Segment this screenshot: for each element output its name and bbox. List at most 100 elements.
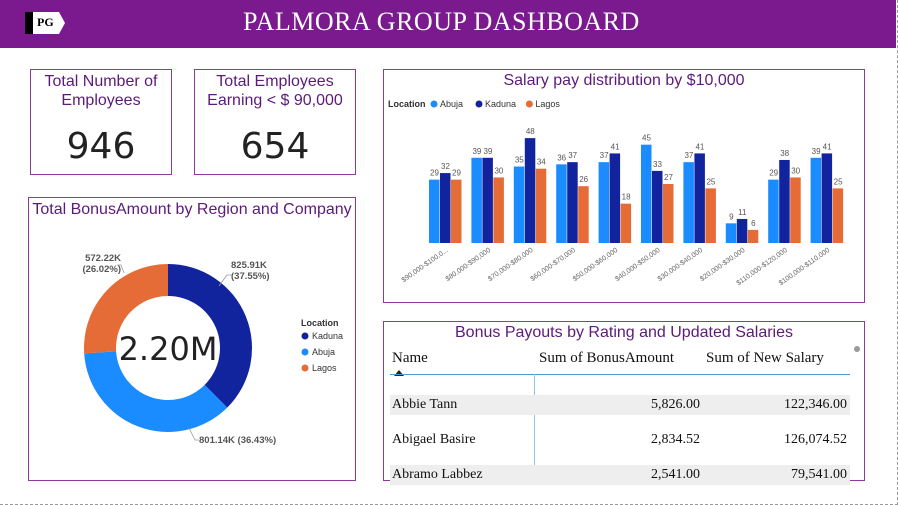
donut-label-lagos-pct: (26.02%) <box>82 264 121 275</box>
x-tick-label: $40,000-$50,000 <box>614 247 661 283</box>
bar-lagos[interactable] <box>832 188 844 243</box>
donut-legend-label-lagos[interactable]: Lagos <box>312 363 337 373</box>
x-tick-label: $50,000-$60,000 <box>572 247 619 283</box>
bar-legend-title: Location <box>388 99 426 109</box>
bar-lagos[interactable] <box>451 179 462 243</box>
bar-lagos[interactable] <box>663 184 674 243</box>
bar-data-label: 37 <box>684 151 693 160</box>
bar-abuja[interactable] <box>725 223 737 243</box>
legend-marker-lagos <box>525 100 533 108</box>
donut-chart-card[interactable]: Total BonusAmount by Region and Company … <box>28 197 356 481</box>
donut-label-lagos-value: 572.22K <box>85 253 121 264</box>
bar-lagos[interactable] <box>493 177 504 243</box>
bar-kaduna[interactable] <box>652 170 663 243</box>
bar-data-label: 39 <box>472 147 481 156</box>
donut-chart: 2.20M 825.91K(37.55%) 801.14K (36.43%) 572.… <box>82 253 343 446</box>
table-card[interactable]: Bonus Payouts by Rating and Updated Sala… <box>383 321 865 485</box>
bar-kaduna[interactable] <box>482 157 493 243</box>
bar-data-label: 48 <box>526 127 535 136</box>
bar-data-label: 26 <box>579 175 588 184</box>
bar-data-label: 6 <box>751 219 756 228</box>
bar-lagos[interactable] <box>578 186 589 243</box>
bar-chart-title: Salary pay distribution by $10,000 <box>503 72 745 89</box>
column-header-name[interactable]: Name <box>392 350 428 367</box>
donut-legend-title: Location <box>301 318 339 328</box>
bar-kaduna[interactable] <box>440 173 451 243</box>
cell-name: Abbie Tann <box>392 397 458 412</box>
kpi-value: 946 <box>66 126 136 167</box>
table-row[interactable]: Abigael Basire 2,834.52 126,074.52 <box>390 430 850 450</box>
legend-label-lagos[interactable]: Lagos <box>535 99 560 109</box>
donut-legend-label-kaduna[interactable]: Kaduna <box>312 331 343 341</box>
cell-bonus: 5,826.00 <box>651 397 700 412</box>
bar-lagos[interactable] <box>620 203 632 243</box>
donut-legend-marker-abuja <box>301 348 309 356</box>
cell-bonus: 2,834.52 <box>651 432 700 447</box>
legend-label-kaduna[interactable]: Kaduna <box>485 99 516 109</box>
bar-kaduna[interactable] <box>821 153 833 243</box>
bar-data-label: 41 <box>611 142 620 151</box>
cell-name: Abramo Labbez <box>392 467 483 482</box>
bar-kaduna[interactable] <box>524 138 536 243</box>
donut-legend-marker-lagos <box>301 364 309 372</box>
scrollbar[interactable] <box>854 346 860 352</box>
bar-data-label: 29 <box>452 169 461 178</box>
bar-kaduna[interactable] <box>736 218 748 243</box>
bar-chart-card[interactable]: Salary pay distribution by $10,000 Locat… <box>383 69 865 303</box>
bar-data-label: 37 <box>600 151 609 160</box>
bar-data-label: 11 <box>738 208 747 217</box>
donut-legend-marker-kaduna <box>301 332 309 340</box>
bar-abuja[interactable] <box>513 166 525 243</box>
bar-data-label: 30 <box>494 166 503 175</box>
bar-lagos[interactable] <box>790 177 801 243</box>
bar-data-label: 36 <box>557 153 566 162</box>
bar-abuja[interactable] <box>556 164 567 243</box>
bar-data-label: 29 <box>769 169 778 178</box>
bar-abuja[interactable] <box>768 179 779 243</box>
x-tick-label: $30,000-$40,000 <box>657 247 704 283</box>
donut-label-kaduna-value: 825.91K <box>231 260 267 271</box>
bar-lagos[interactable] <box>705 188 716 243</box>
cell-bonus: 2,541.00 <box>651 467 700 482</box>
donut-legend-label-abuja[interactable]: Abuja <box>312 347 335 357</box>
bar-data-label: 30 <box>791 166 800 175</box>
bar-data-label: 25 <box>834 177 843 186</box>
table-row[interactable]: Abbie Tann 5,826.00 122,346.00 <box>390 395 850 415</box>
kpi-value: 654 <box>240 126 310 167</box>
bar-abuja[interactable] <box>598 162 610 243</box>
table-title: Bonus Payouts by Rating and Updated Sala… <box>455 324 793 341</box>
legend-marker-abuja <box>430 100 438 108</box>
header-divider <box>390 374 850 375</box>
bar-lagos[interactable] <box>535 168 547 243</box>
cell-name: Abigael Basire <box>392 432 476 447</box>
bar-data-label: 18 <box>622 193 631 202</box>
sort-ascending-icon[interactable] <box>394 370 404 376</box>
column-header-bonus[interactable]: Sum of BonusAmount <box>539 350 674 367</box>
bar-data-label: 9 <box>729 212 734 221</box>
page-title: PALMORA GROUP DASHBOARD <box>243 7 640 36</box>
x-tick-label: $60,000-$70,000 <box>529 247 576 283</box>
kpi-card-total-employees[interactable]: Total Number of Employees 946 <box>30 69 172 175</box>
bar-kaduna[interactable] <box>779 159 790 243</box>
bar-abuja[interactable] <box>683 162 694 243</box>
bar-kaduna[interactable] <box>567 162 578 243</box>
bar-data-label: 27 <box>664 173 673 182</box>
kpi-card-earning-under[interactable]: Total Employees Earning < $ 90,000 654 <box>194 69 356 175</box>
bar-abuja[interactable] <box>810 157 822 243</box>
bar-abuja[interactable] <box>641 144 652 243</box>
bar-abuja[interactable] <box>429 179 440 243</box>
kpi-label: Total Employees Earning < $ 90,000 <box>207 73 343 109</box>
legend-marker-kaduna <box>475 100 483 108</box>
cell-new-salary: 79,541.00 <box>791 467 847 482</box>
bar-lagos[interactable] <box>747 229 759 243</box>
legend-label-abuja[interactable]: Abuja <box>440 99 463 109</box>
bar-data-label: 29 <box>430 169 439 178</box>
bar-data-label: 45 <box>642 134 651 143</box>
logo-text: PG <box>37 15 54 29</box>
bar-kaduna[interactable] <box>694 153 705 243</box>
table-row[interactable]: Abramo Labbez 2,541.00 79,541.00 <box>390 465 850 485</box>
cell-new-salary: 122,346.00 <box>784 397 847 412</box>
bar-kaduna[interactable] <box>609 153 621 243</box>
column-header-new-salary[interactable]: Sum of New Salary <box>706 350 824 367</box>
bar-abuja[interactable] <box>471 157 482 243</box>
